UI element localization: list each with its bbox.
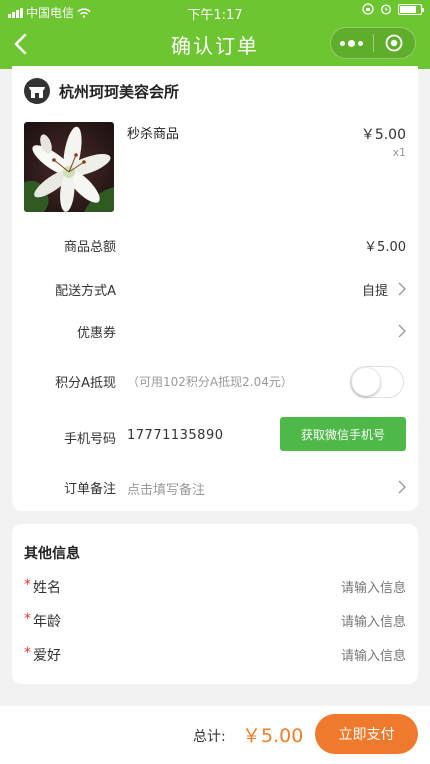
remark-label: 订单备注 [63,482,116,497]
toggle-knob [352,368,380,396]
get-wechat-phone-button[interactable]: 获取微信手机号 [280,417,406,451]
row-points: 积分A抵现 （可用102积分A抵现2.04元） [12,366,418,398]
required-mark: * [24,577,31,593]
more-dots-icon[interactable] [331,39,373,47]
lock-rotation-icon [362,3,374,15]
points-label: 积分A抵现 [55,376,116,391]
delivery-value[interactable]: 自提 [362,280,388,299]
other-info-title: 其他信息 [24,546,80,562]
app-header: 中国电信 下午1:17 确认订单 [0,0,430,69]
target-icon[interactable] [373,34,415,52]
alarm-icon [381,4,391,15]
chevron-right-icon[interactable] [398,480,406,494]
field-label: 年龄 [33,614,61,630]
subtotal-label: 商品总额 [63,240,116,255]
nav-bar: 确认订单 [0,22,430,66]
hobby-input[interactable]: 请输入信息 [341,645,406,664]
delivery-label: 配送方式A [55,284,116,299]
phone-label: 手机号码 [63,432,116,447]
total-label: 总计: [193,729,226,745]
mini-program-capsule [330,27,416,59]
store-icon [24,78,50,104]
battery-icon [398,3,424,15]
field-name[interactable]: * 姓名 请输入信息 [12,576,418,598]
required-mark: * [24,611,31,627]
checkout-bar: 总计: ￥5.00 立即支付 [0,706,430,764]
field-hobby[interactable]: * 爱好 请输入信息 [12,644,418,666]
age-input[interactable]: 请输入信息 [341,611,406,630]
other-info-card: 其他信息 * 姓名 请输入信息 * 年龄 请输入信息 * 爱好 请输入信息 [12,524,418,684]
product-quantity: x1 [392,146,406,159]
points-toggle[interactable] [350,366,404,398]
points-hint: （可用102积分A抵现2.04元） [127,375,293,389]
phone-number: 17771135890 [127,428,224,443]
row-delivery[interactable]: 配送方式A 自提 [12,277,418,301]
total-value: ￥5.00 [242,725,304,747]
shop-name: 杭州珂珂美容会所 [59,82,180,101]
pay-now-button[interactable]: 立即支付 [315,714,418,754]
product-image[interactable] [24,122,114,212]
chevron-right-icon[interactable] [398,324,406,338]
status-right [362,3,424,15]
chevron-right-icon[interactable] [398,282,406,296]
row-phone: 手机号码 17771135890 获取微信手机号 [12,417,418,451]
row-subtotal: 商品总额 ￥5.00 [12,233,418,257]
remark-input[interactable]: 点击填写备注 [127,479,205,498]
row-remark[interactable]: 订单备注 点击填写备注 [12,475,418,499]
field-age[interactable]: * 年龄 请输入信息 [12,610,418,632]
product-price: ￥5.00 [360,127,406,143]
order-card: 杭州珂珂美容会所 秒杀商品 ￥5.00 x1 商品总额 ￥5.00 配送方式A … [12,66,418,511]
field-label: 姓名 [33,580,61,596]
product-name: 秒杀商品 [127,127,180,142]
coupon-label: 优惠券 [76,326,116,341]
field-label: 爱好 [33,648,61,664]
status-bar: 中国电信 下午1:17 [0,0,430,23]
shop-header: 杭州珂珂美容会所 [24,78,179,104]
subtotal-value: ￥5.00 [364,240,406,255]
row-coupon[interactable]: 优惠券 [12,319,418,343]
required-mark: * [24,645,31,661]
name-input[interactable]: 请输入信息 [341,577,406,596]
